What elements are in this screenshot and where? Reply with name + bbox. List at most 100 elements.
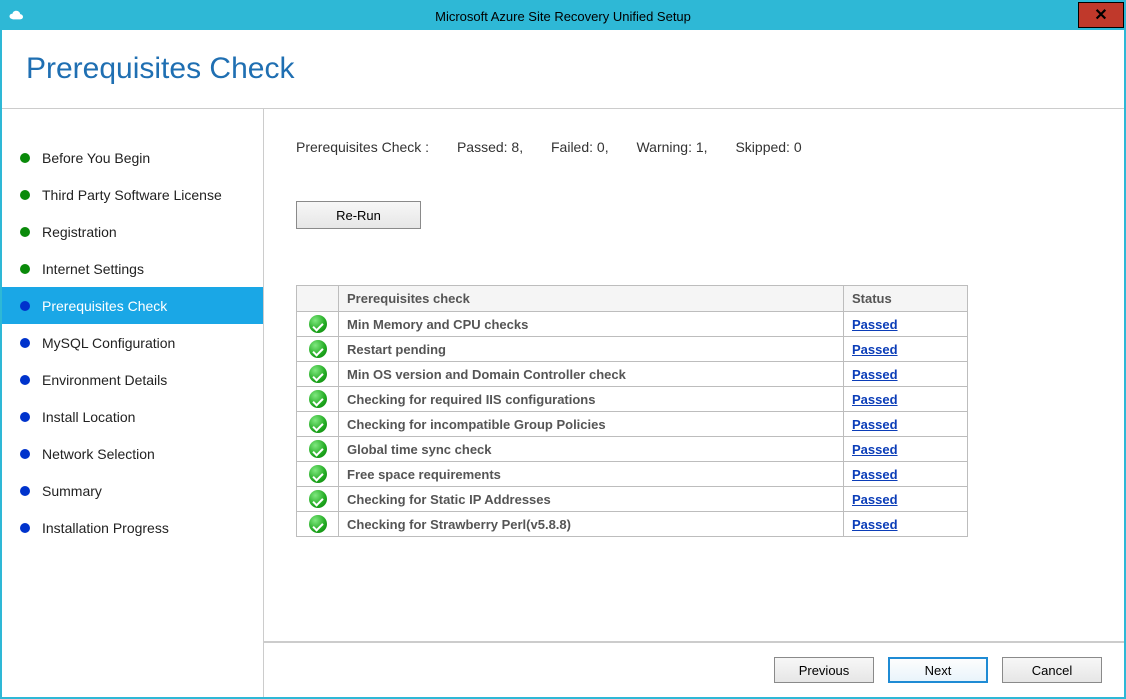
summary-line: Prerequisites Check : Passed: 8, Failed:… [296, 139, 1096, 155]
status-link[interactable]: Passed [852, 417, 898, 432]
app-icon [8, 7, 26, 25]
previous-button[interactable]: Previous [774, 657, 874, 683]
check-name: Min OS version and Domain Controller che… [339, 362, 844, 387]
col-status: Status [844, 286, 968, 312]
sidebar-item-internet-settings[interactable]: Internet Settings [2, 250, 263, 287]
sidebar-item-before-you-begin[interactable]: Before You Begin [2, 139, 263, 176]
main-pane: Prerequisites Check : Passed: 8, Failed:… [264, 109, 1124, 697]
sidebar-item-prerequisites-check[interactable]: Prerequisites Check [2, 287, 263, 324]
status-cell: Passed [844, 487, 968, 512]
status-link[interactable]: Passed [852, 517, 898, 532]
table-row: Min OS version and Domain Controller che… [297, 362, 968, 387]
check-name: Global time sync check [339, 437, 844, 462]
check-name: Checking for incompatible Group Policies [339, 412, 844, 437]
sidebar-item-label: Installation Progress [42, 520, 169, 536]
sidebar-item-network-selection[interactable]: Network Selection [2, 435, 263, 472]
wizard-footer: Previous Next Cancel [264, 641, 1124, 697]
check-pass-icon [309, 390, 327, 408]
check-name: Min Memory and CPU checks [339, 312, 844, 337]
step-bullet-icon [20, 264, 30, 274]
status-link[interactable]: Passed [852, 317, 898, 332]
check-pass-icon [309, 440, 327, 458]
summary-failed: Failed: 0, [551, 139, 609, 155]
check-pass-icon [309, 415, 327, 433]
status-cell: Passed [844, 362, 968, 387]
table-row: Global time sync check Passed [297, 437, 968, 462]
status-link[interactable]: Passed [852, 367, 898, 382]
col-check: Prerequisites check [339, 286, 844, 312]
title-bar[interactable]: Microsoft Azure Site Recovery Unified Se… [2, 2, 1124, 30]
check-pass-icon [309, 515, 327, 533]
table-row: Min Memory and CPU checks Passed [297, 312, 968, 337]
status-icon-cell [297, 337, 339, 362]
check-pass-icon [309, 465, 327, 483]
status-icon-cell [297, 437, 339, 462]
body: Before You Begin Third Party Software Lic… [2, 109, 1124, 697]
sidebar-item-registration[interactable]: Registration [2, 213, 263, 250]
window-title: Microsoft Azure Site Recovery Unified Se… [2, 9, 1124, 24]
sidebar-item-label: Registration [42, 224, 117, 240]
rerun-button[interactable]: Re-Run [296, 201, 421, 229]
table-row: Checking for Static IP AddressesPassed [297, 487, 968, 512]
status-link[interactable]: Passed [852, 492, 898, 507]
wizard-sidebar: Before You Begin Third Party Software Lic… [2, 109, 264, 697]
check-pass-icon [309, 365, 327, 383]
content-area: Prerequisites Check : Passed: 8, Failed:… [264, 109, 1124, 641]
sidebar-item-label: MySQL Configuration [42, 335, 175, 351]
step-bullet-icon [20, 190, 30, 200]
sidebar-item-installation-progress[interactable]: Installation Progress [2, 509, 263, 546]
step-bullet-icon [20, 338, 30, 348]
sidebar-item-summary[interactable]: Summary [2, 472, 263, 509]
next-button[interactable]: Next [888, 657, 988, 683]
status-icon-cell [297, 387, 339, 412]
status-cell: Passed [844, 462, 968, 487]
step-bullet-icon [20, 449, 30, 459]
status-icon-cell [297, 462, 339, 487]
sidebar-item-install-location[interactable]: Install Location [2, 398, 263, 435]
status-link[interactable]: Passed [852, 342, 898, 357]
status-cell: Passed [844, 312, 968, 337]
summary-warning: Warning: 1, [636, 139, 707, 155]
sidebar-item-environment-details[interactable]: Environment Details [2, 361, 263, 398]
cancel-button[interactable]: Cancel [1002, 657, 1102, 683]
check-name: Free space requirements [339, 462, 844, 487]
check-pass-icon [309, 315, 327, 333]
check-pass-icon [309, 340, 327, 358]
status-cell: Passed [844, 337, 968, 362]
sidebar-item-label: Prerequisites Check [42, 298, 167, 314]
table-row: Checking for incompatible Group Policies… [297, 412, 968, 437]
close-icon: ✕ [1094, 5, 1107, 25]
step-bullet-icon [20, 486, 30, 496]
close-button[interactable]: ✕ [1078, 2, 1124, 28]
summary-passed: Passed: 8, [457, 139, 523, 155]
step-bullet-icon [20, 153, 30, 163]
table-row: Restart pending Passed [297, 337, 968, 362]
table-row: Checking for Strawberry Perl(v5.8.8) Pass… [297, 512, 968, 537]
prerequisites-table: Prerequisites check Status Min Memory an… [296, 285, 968, 537]
status-icon-cell [297, 512, 339, 537]
sidebar-item-label: Summary [42, 483, 102, 499]
table-row: Checking for required IIS configurations… [297, 387, 968, 412]
step-bullet-icon [20, 375, 30, 385]
check-name: Restart pending [339, 337, 844, 362]
step-bullet-icon [20, 523, 30, 533]
status-cell: Passed [844, 512, 968, 537]
check-name: Checking for Strawberry Perl(v5.8.8) [339, 512, 844, 537]
step-bullet-icon [20, 227, 30, 237]
table-row: Free space requirements Passed [297, 462, 968, 487]
sidebar-item-mysql-configuration[interactable]: MySQL Configuration [2, 324, 263, 361]
status-link[interactable]: Passed [852, 442, 898, 457]
status-link[interactable]: Passed [852, 392, 898, 407]
check-name: Checking for required IIS configurations [339, 387, 844, 412]
status-cell: Passed [844, 437, 968, 462]
sidebar-item-label: Environment Details [42, 372, 167, 388]
sidebar-item-label: Install Location [42, 409, 135, 425]
sidebar-item-third-party-software-license[interactable]: Third Party Software License [2, 176, 263, 213]
step-bullet-icon [20, 301, 30, 311]
status-link[interactable]: Passed [852, 467, 898, 482]
check-pass-icon [309, 490, 327, 508]
status-icon-cell [297, 362, 339, 387]
status-icon-cell [297, 312, 339, 337]
sidebar-item-label: Before You Begin [42, 150, 150, 166]
status-icon-cell [297, 412, 339, 437]
